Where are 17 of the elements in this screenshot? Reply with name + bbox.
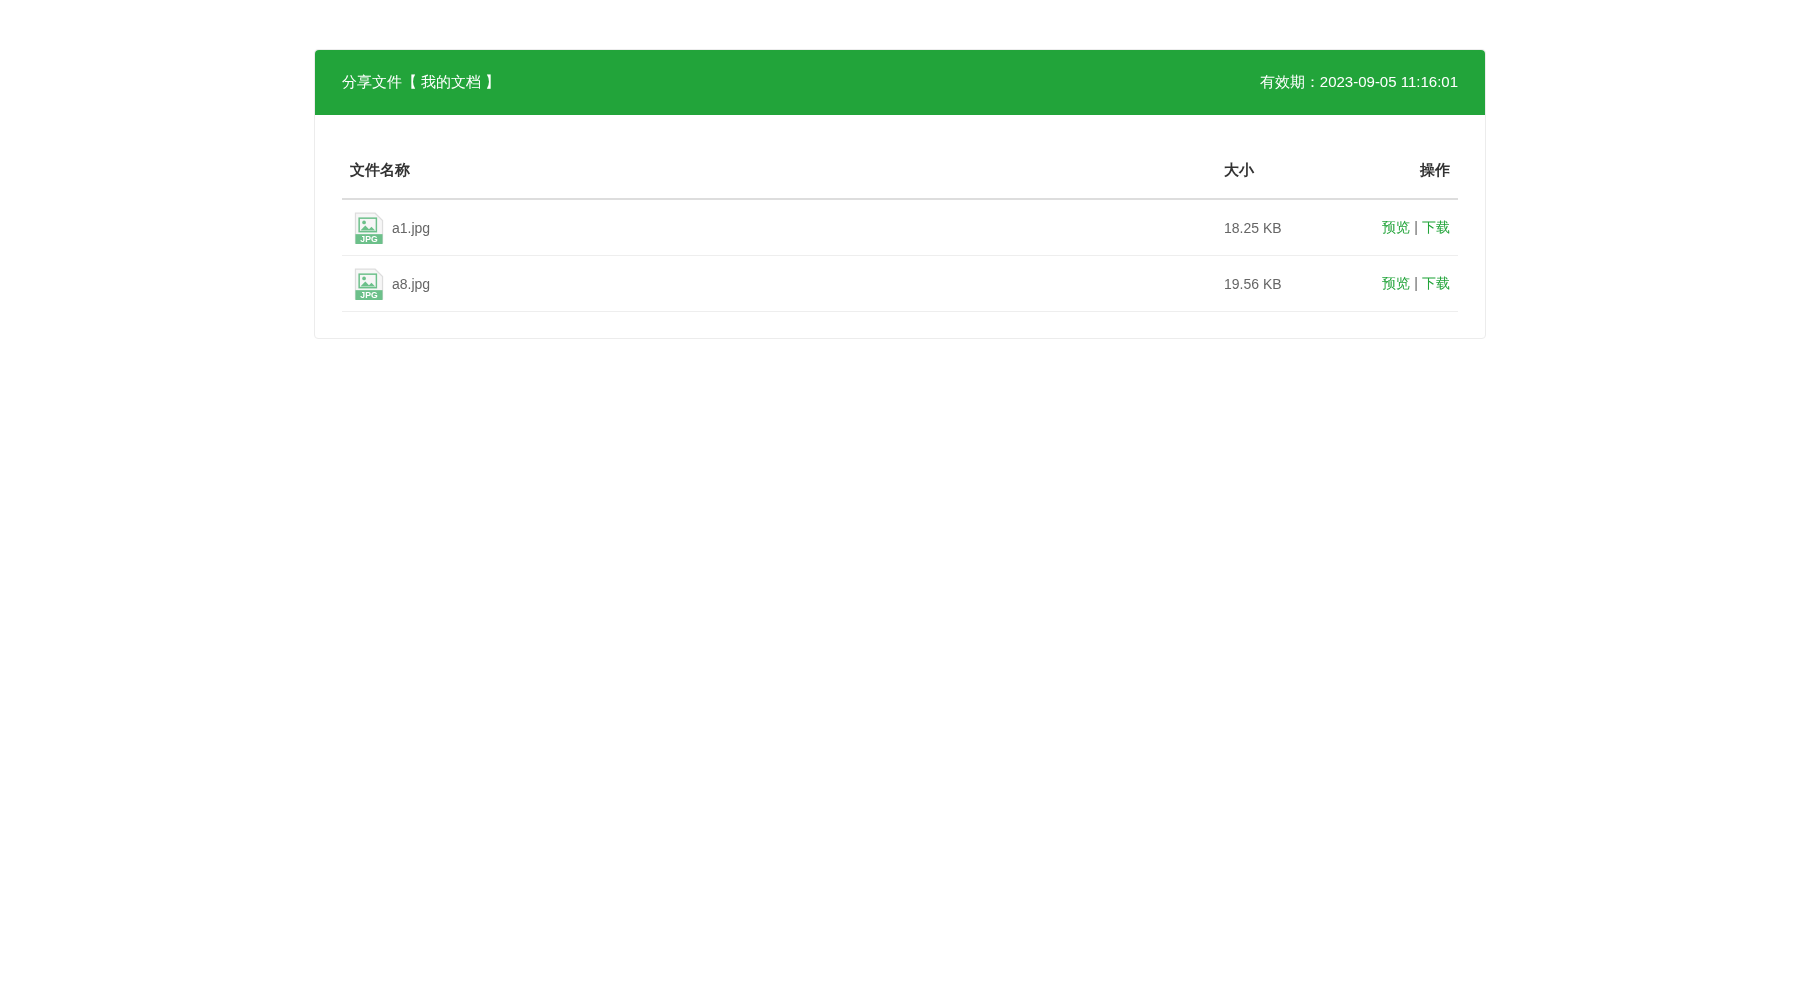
download-link[interactable]: 下载 bbox=[1422, 274, 1450, 291]
file-name: a1.jpg bbox=[392, 219, 431, 236]
column-header: 操作 bbox=[1332, 141, 1458, 199]
image-file-icon: JPG bbox=[354, 267, 384, 300]
file-name: a8.jpg bbox=[392, 275, 431, 292]
column-header: 大小 bbox=[1216, 141, 1332, 199]
file-size: 18.25 KB bbox=[1216, 199, 1332, 256]
image-file-icon: JPG bbox=[354, 211, 384, 244]
expiry-text: 有效期：2023-09-05 11:16:01 bbox=[1259, 73, 1458, 92]
preview-link[interactable]: 预览 bbox=[1382, 218, 1411, 235]
separator: | bbox=[1414, 274, 1418, 291]
share-title: 分享文件【 我的文档 】 bbox=[342, 73, 501, 92]
download-link[interactable]: 下载 bbox=[1422, 218, 1450, 235]
separator: | bbox=[1414, 218, 1418, 235]
preview-link[interactable]: 预览 bbox=[1382, 274, 1411, 291]
column-header: 文件名称 bbox=[342, 141, 1216, 199]
file-size: 19.56 KB bbox=[1216, 255, 1332, 312]
